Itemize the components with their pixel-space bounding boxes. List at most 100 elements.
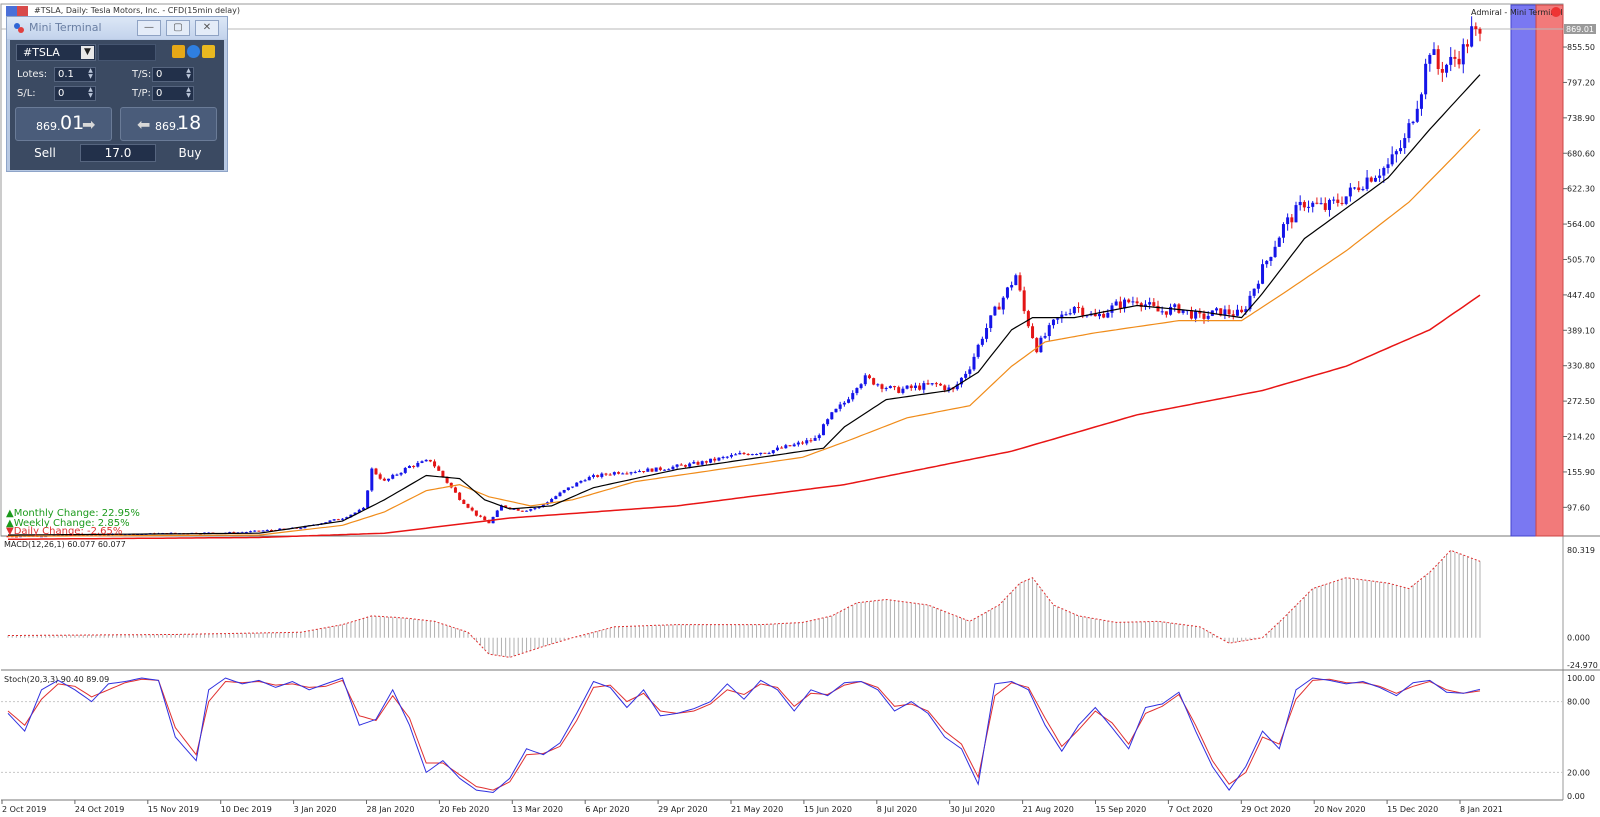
candle-body <box>600 473 604 477</box>
candle-body <box>1302 201 1306 208</box>
buy-price-big: 18 <box>177 112 202 134</box>
candle-body <box>1394 151 1398 155</box>
price-tick-label: 680.60 <box>1567 149 1595 158</box>
candle-body <box>859 384 863 389</box>
candle-body <box>709 458 713 463</box>
candle-body <box>462 499 466 504</box>
sell-arrow-icon: ➡ <box>82 115 96 134</box>
candle-body <box>495 510 499 517</box>
candle-body <box>299 528 303 530</box>
sell-price-button[interactable]: 869. 01 ➡ <box>15 107 112 141</box>
candle-body <box>675 464 679 467</box>
candle-body <box>1445 64 1449 73</box>
candle-body <box>1411 121 1415 124</box>
ts-input[interactable]: 0 ▲ ▼ <box>152 67 194 82</box>
candle-body <box>1256 283 1260 289</box>
candle-body <box>1106 312 1110 318</box>
candle-body <box>796 442 800 445</box>
chevron-down-icon[interactable]: ▼ <box>81 46 94 59</box>
terminal-status-icon[interactable] <box>1551 7 1561 17</box>
candle-body <box>972 356 976 370</box>
candle-body <box>813 438 817 441</box>
macd-signal-line <box>8 549 1481 658</box>
candle-body <box>792 444 796 447</box>
candle-body <box>964 373 968 378</box>
candle-body <box>1181 310 1185 313</box>
candle-body <box>1294 205 1298 223</box>
candle-body <box>755 454 759 456</box>
candle-body <box>621 473 625 475</box>
candle-body <box>683 465 687 467</box>
time-tick-label: 15 Nov 2019 <box>148 805 199 814</box>
buy-price-button[interactable]: ⬅ 869. 18 <box>120 107 217 141</box>
close-button[interactable]: ✕ <box>195 20 219 36</box>
time-tick-label: 13 Mar 2020 <box>512 805 563 814</box>
candle-body <box>817 435 821 439</box>
settings-icon[interactable] <box>187 45 200 58</box>
candle-body <box>1399 148 1403 152</box>
symbol-value: #TSLA <box>23 46 60 59</box>
candle-body <box>1072 307 1076 314</box>
candle-body <box>378 474 382 479</box>
candle-body <box>1290 217 1294 223</box>
candle-body <box>1470 26 1474 47</box>
time-tick-label: 15 Jun 2020 <box>804 805 852 814</box>
candle-body <box>654 467 658 472</box>
candle-body <box>1022 290 1026 312</box>
candle-body <box>1127 299 1131 303</box>
candle-body <box>771 450 775 454</box>
order-icon[interactable] <box>202 45 215 58</box>
tp-spinner-icon[interactable]: ▲ ▼ <box>184 87 193 100</box>
lots-spinner-icon[interactable]: ▲ ▼ <box>86 68 95 81</box>
minimize-button[interactable]: — <box>137 20 161 36</box>
copy-icon[interactable] <box>172 45 185 58</box>
lots-input[interactable]: 0.1 ▲ ▼ <box>54 67 96 82</box>
buy-button[interactable]: Buy <box>160 142 220 164</box>
candle-body <box>809 440 813 442</box>
price-tick-label: 797.20 <box>1567 78 1595 87</box>
candle-body <box>1215 308 1219 311</box>
maximize-button[interactable]: ▢ <box>166 20 190 36</box>
buy-price-small: 869. <box>155 120 180 133</box>
candle-body <box>370 468 374 491</box>
candle-body <box>1319 203 1323 205</box>
candle-body <box>550 499 554 503</box>
candle-body <box>1231 314 1235 316</box>
symbol-select[interactable]: #TSLA ▼ <box>16 44 96 61</box>
mini-terminal-titlebar[interactable]: Mini Terminal — ▢ ✕ <box>7 17 227 39</box>
candle-body <box>985 328 989 339</box>
ts-value: 0 <box>156 69 163 80</box>
sl-spinner-icon[interactable]: ▲ ▼ <box>86 87 95 100</box>
candle-body <box>1148 302 1152 305</box>
candle-body <box>1378 175 1382 178</box>
quantity-field[interactable]: 17.0 <box>80 144 156 162</box>
candle-body <box>1273 246 1277 257</box>
time-tick-label: 6 Apr 2020 <box>585 805 629 814</box>
candle-body <box>554 496 558 500</box>
candle-body <box>1135 301 1139 304</box>
time-tick-label: 29 Oct 2020 <box>1241 805 1290 814</box>
time-tick-label: 7 Oct 2020 <box>1168 805 1212 814</box>
candle-body <box>1461 44 1465 65</box>
candle-body <box>253 530 257 532</box>
candle-body <box>1010 285 1014 288</box>
price-chart[interactable]: 869.01 Admiral - Mini Terminal 855.50797… <box>0 0 1600 817</box>
candle-body <box>922 383 926 390</box>
candle-body <box>775 447 779 451</box>
candle-body <box>1235 309 1239 316</box>
macd-label: MACD(12,26,1) 60.077 60.077 <box>4 540 126 549</box>
candle-body <box>399 472 403 475</box>
sl-input[interactable]: 0 ▲ ▼ <box>54 86 96 101</box>
price-tick-label: 97.60 <box>1567 503 1590 512</box>
ts-spinner-icon[interactable]: ▲ ▼ <box>184 68 193 81</box>
sell-button[interactable]: Sell <box>15 142 75 164</box>
candle-body <box>332 519 336 521</box>
tp-input[interactable]: 0 ▲ ▼ <box>152 86 194 101</box>
mini-terminal-window[interactable]: Mini Terminal — ▢ ✕ #TSLA ▼ Lotes: 0.1 ▲ ▼… <box>6 16 228 172</box>
candle-body <box>1056 318 1060 320</box>
candle-body <box>1014 275 1018 286</box>
candle-body <box>1311 202 1315 207</box>
sell-price-small: 869. <box>36 120 61 133</box>
mini-terminal-body: #TSLA ▼ Lotes: 0.1 ▲ ▼ T/S: 0 ▲ ▼ S/L: 0 ▲ ▼ T… <box>10 40 224 170</box>
candle-body <box>1369 177 1373 182</box>
